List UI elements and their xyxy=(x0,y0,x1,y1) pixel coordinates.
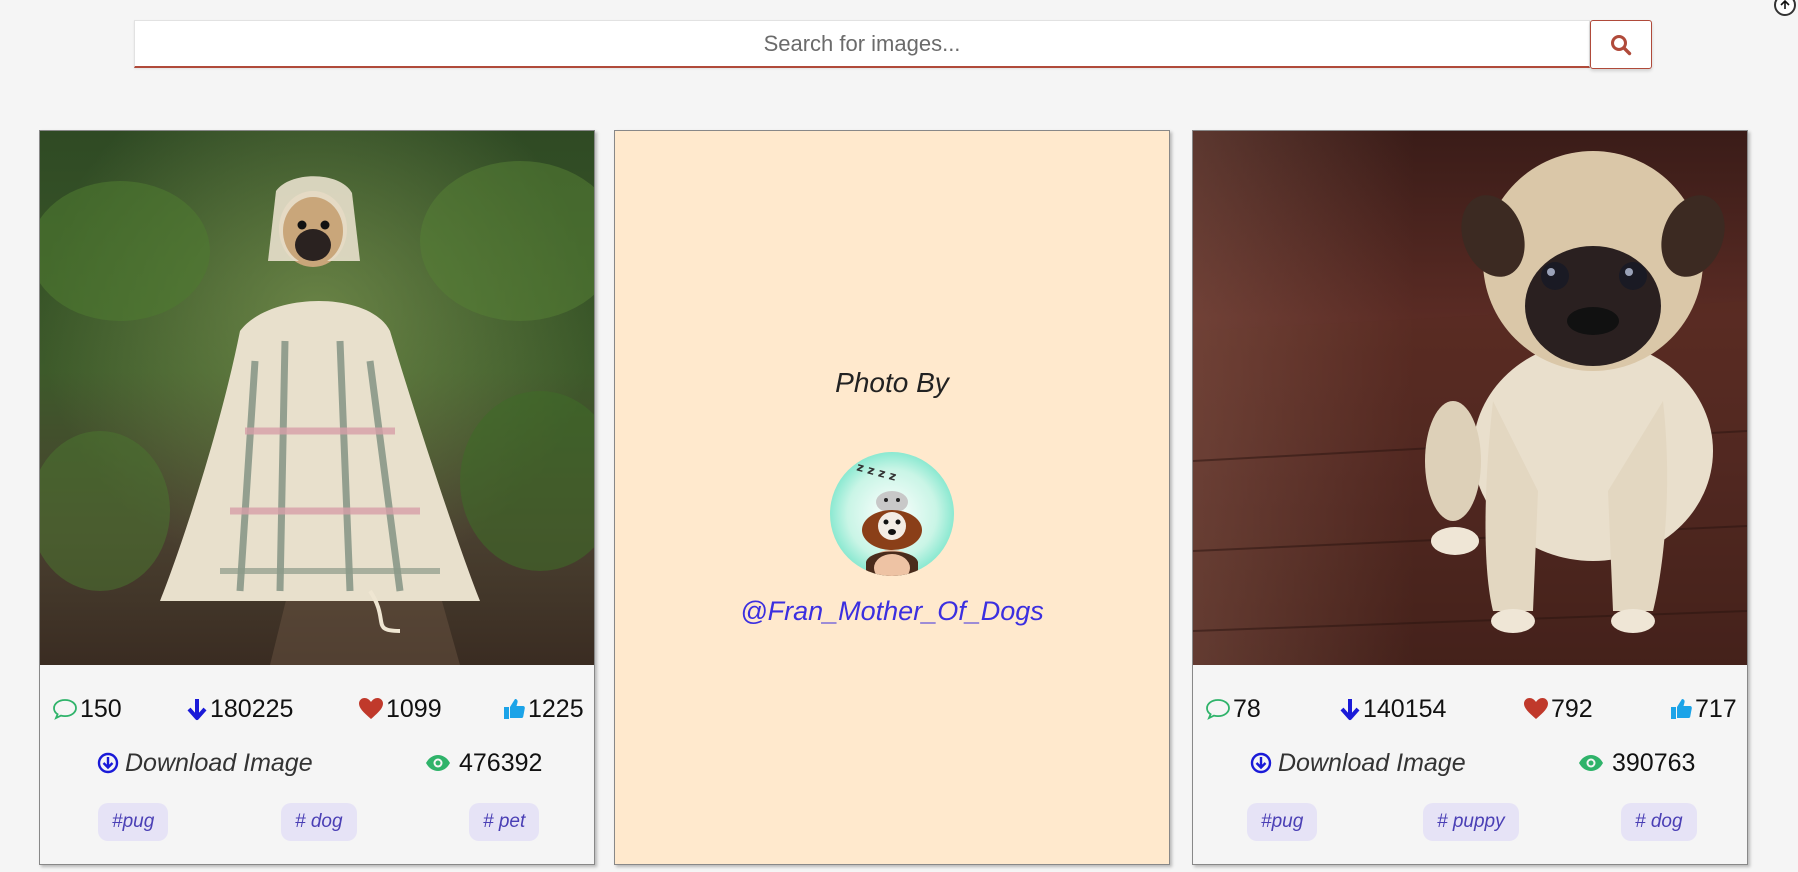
views-row: 476392 xyxy=(425,745,542,781)
comments-stat: 78 xyxy=(1205,691,1261,727)
thumbs-count: 1225 xyxy=(528,694,584,723)
tag-chip[interactable]: # pet xyxy=(469,803,540,841)
card-photo[interactable] xyxy=(1193,131,1747,665)
corner-icon[interactable] xyxy=(1774,0,1796,16)
views-stat: 390763 xyxy=(1578,749,1695,778)
likes-stat: 792 xyxy=(1523,691,1593,727)
arrow-down-icon xyxy=(187,699,207,720)
tag-chip[interactable]: #pug xyxy=(1247,803,1318,841)
views-row: 390763 xyxy=(1578,745,1695,781)
image-card: 78 140154 792 717 Download Image 390763 … xyxy=(1192,130,1748,865)
tag-chip[interactable]: # dog xyxy=(281,803,357,841)
card-stats: 78 140154 792 717 xyxy=(1193,691,1747,727)
download-row: Download Image xyxy=(1250,745,1466,781)
tag-chip[interactable]: #pug xyxy=(98,803,169,841)
download-circle-icon xyxy=(97,752,119,774)
download-label: Download Image xyxy=(125,748,313,777)
views-stat: 476392 xyxy=(425,749,542,778)
downloads-stat: 140154 xyxy=(1339,691,1446,727)
heart-icon xyxy=(1524,698,1548,719)
card-stats: 150 180225 1099 1225 xyxy=(40,691,594,727)
views-count: 476392 xyxy=(459,748,543,777)
photo-by-label: Photo By xyxy=(835,367,949,398)
search-input[interactable] xyxy=(134,20,1590,68)
photographer-handle-link[interactable]: @Fran_Mother_Of_Dogs xyxy=(615,596,1169,627)
downloads-stat: 180225 xyxy=(186,691,293,727)
arrow-down-icon xyxy=(1340,699,1360,720)
comment-icon xyxy=(53,699,77,720)
download-image-link[interactable]: Download Image xyxy=(97,749,313,778)
photographer-card: Photo By z z z z @Fran_Mother_Of_Dogs xyxy=(614,130,1170,865)
comments-stat: 150 xyxy=(52,691,122,727)
download-row: Download Image xyxy=(97,745,313,781)
eye-icon xyxy=(1579,755,1603,771)
thumbs-stat: 717 xyxy=(1669,691,1737,727)
heart-icon xyxy=(359,698,383,719)
likes-count: 1099 xyxy=(386,694,442,723)
downloads-count: 140154 xyxy=(1363,694,1447,723)
tag-chip[interactable]: # dog xyxy=(1621,803,1697,841)
thumbs-stat: 1225 xyxy=(502,691,584,727)
image-card: 150 180225 1099 1225 Download Image 4763… xyxy=(39,130,595,865)
eye-icon xyxy=(426,755,450,771)
search-button[interactable] xyxy=(1590,20,1652,69)
comments-count: 150 xyxy=(80,694,122,723)
likes-count: 792 xyxy=(1551,694,1593,723)
search-icon xyxy=(1611,34,1632,55)
downloads-count: 180225 xyxy=(210,694,294,723)
likes-stat: 1099 xyxy=(358,691,442,727)
comments-count: 78 xyxy=(1233,694,1261,723)
thumbs-count: 717 xyxy=(1695,694,1737,723)
tag-chip[interactable]: # puppy xyxy=(1423,803,1519,841)
download-circle-icon xyxy=(1250,752,1272,774)
search-bar xyxy=(134,20,1652,69)
avatar[interactable]: z z z z xyxy=(830,452,954,576)
views-count: 390763 xyxy=(1612,748,1696,777)
card-photo[interactable] xyxy=(40,131,594,665)
thumbs-up-icon xyxy=(1671,699,1692,719)
download-image-link[interactable]: Download Image xyxy=(1250,749,1466,778)
comment-icon xyxy=(1206,699,1230,720)
thumbs-up-icon xyxy=(504,699,525,719)
download-label: Download Image xyxy=(1278,748,1466,777)
